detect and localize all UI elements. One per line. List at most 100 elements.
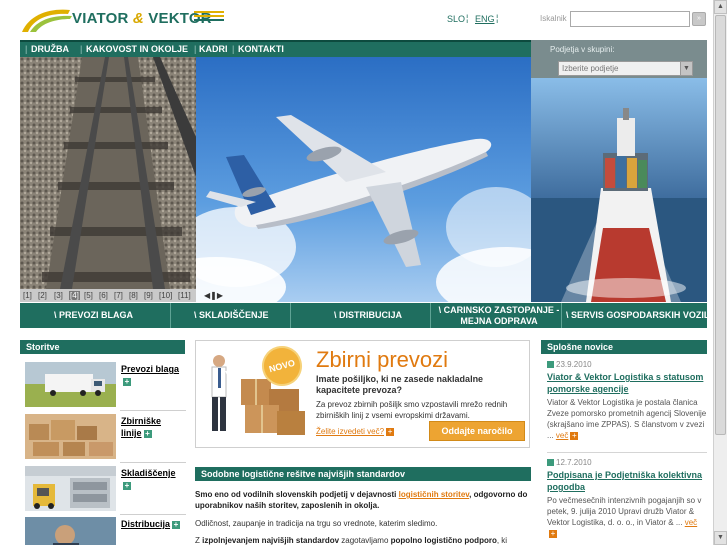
news-item: 23.9.2010 Viator & Vektor Logistika s st…	[547, 360, 707, 441]
logo-part1: VIATOR	[72, 10, 129, 27]
news-more-link[interactable]: več	[556, 431, 568, 440]
service-item-distribucija[interactable]: Distribucija +	[25, 517, 185, 545]
service-divider	[290, 303, 291, 328]
companies-select-value: Izberite podjetje	[562, 64, 619, 73]
search-button[interactable]: »	[692, 12, 706, 26]
standards-text: zagotavljamo	[339, 536, 391, 545]
service-link-servis[interactable]: \ SERVIS GOSPODARSKIH VOZIL	[566, 310, 709, 320]
news-more-link[interactable]: več	[685, 518, 697, 527]
news-title-link[interactable]: Viator & Vektor Logistika s statusom pom…	[547, 371, 707, 395]
slider-page-8[interactable]: [8]	[129, 291, 138, 300]
slider-page-9[interactable]: [9]	[144, 291, 153, 300]
service-item-skladiscenje[interactable]: Skladiščenje +	[25, 466, 185, 514]
services-heading: Storitve	[20, 340, 185, 354]
promo-subtitle: Imate pošiljko, ki ne zasede nakladalne …	[316, 374, 484, 395]
order-button[interactable]: Oddajte naročilo	[429, 421, 525, 441]
news-date-text: 12.7.2010	[556, 458, 592, 467]
divider	[120, 462, 186, 463]
nav-separator: |	[25, 44, 28, 54]
service-link-label[interactable]: Zbirniške linije +	[121, 415, 185, 439]
nav-separator: |	[194, 44, 197, 54]
service-divider	[430, 303, 431, 328]
nav-item-kadri[interactable]: KADRI	[199, 44, 228, 54]
boxes-thumbnail[interactable]	[25, 414, 116, 459]
lang-eng-link[interactable]: ENG	[475, 14, 495, 24]
service-link-carinsko-line1: \ CARINSKO ZASTOPANJE -	[438, 305, 560, 315]
chevron-down-icon[interactable]: ▼	[680, 62, 692, 75]
promo-text: Za prevoz zbirnih pošiljk smo vzpostavil…	[316, 400, 508, 420]
service-link-label[interactable]: Prevozi blaga +	[121, 363, 185, 387]
distribution-thumbnail[interactable]	[25, 517, 116, 545]
slider-page-4[interactable]: [4]	[69, 291, 80, 300]
companies-select[interactable]: Izberite podjetje ▼	[558, 61, 693, 76]
logo[interactable]: VIATOR & VEKTOR	[20, 6, 230, 36]
standards-text: popolno logistično podporo	[390, 536, 497, 545]
slider-page-1[interactable]: [1]	[23, 291, 32, 300]
news-item: 12.7.2010 Podpisana je Podjetniška kolek…	[547, 458, 707, 539]
service-label-text: Prevozi blaga	[121, 364, 180, 374]
companies-label: Podjetja v skupini:	[550, 45, 615, 54]
logo-amp: &	[132, 10, 144, 27]
slider-page-10[interactable]: [10]	[159, 291, 172, 300]
service-label-text: linije	[121, 428, 142, 438]
scroll-down-icon[interactable]: ▼	[714, 531, 727, 545]
divider	[547, 452, 707, 453]
news-body-text: Po večmesečnih intenzivnih pogajanjih so…	[547, 496, 702, 527]
promo-more-link-text: Želite izvedeti več?	[316, 427, 385, 436]
plus-icon: +	[386, 426, 395, 436]
railway-image	[20, 57, 196, 289]
service-link-skladiscenje[interactable]: \ SKLADIŠČENJE	[194, 310, 269, 320]
news-heading: Splošne novice	[541, 340, 707, 354]
divider	[120, 514, 186, 515]
slider-page-2[interactable]: [2]	[38, 291, 47, 300]
news-body: Viator & Vektor Logistika je postala čla…	[547, 397, 707, 441]
plus-icon: +	[172, 519, 181, 529]
slider-page-7[interactable]: [7]	[114, 291, 123, 300]
news-date: 12.7.2010	[547, 458, 707, 467]
news-title-link[interactable]: Podpisana je Podjetniška kolektivna pogo…	[547, 469, 707, 493]
scrollbar-thumb[interactable]	[715, 15, 726, 435]
top-navigation: | DRUŽBA | KAKOVOST IN OKOLJE | KADRI | …	[20, 40, 531, 57]
standards-heading: Sodobne logistične rešitve najvišjih sta…	[195, 467, 531, 481]
service-divider	[170, 303, 171, 328]
promo-more-link[interactable]: Želite izvedeti več? +	[316, 426, 395, 436]
plus-icon: +	[570, 430, 579, 440]
standards-paragraph-2: Odličnost, zaupanje in tradicija na trgu…	[195, 519, 438, 528]
vertical-scrollbar[interactable]: ▲ ▼	[713, 0, 727, 545]
logo-swoosh-icon	[22, 9, 72, 32]
service-link-label[interactable]: Skladiščenje +	[121, 467, 185, 491]
slider-page-6[interactable]: [6]	[99, 291, 108, 300]
logo-stripes-icon	[194, 11, 224, 21]
logistic-services-link[interactable]: logističnih storitev	[399, 490, 470, 499]
nav-separator: |	[80, 44, 83, 54]
news-body: Po večmesečnih intenzivnih pogajanjih so…	[547, 495, 707, 539]
standards-text: , ki	[496, 536, 508, 545]
service-link-carinsko[interactable]: \ CARINSKO ZASTOPANJE - MEJNA ODPRAVA	[437, 305, 561, 327]
warehouse-thumbnail[interactable]	[25, 466, 116, 511]
slider-controls[interactable]: ◀❚▶	[204, 291, 223, 300]
slider-page-11[interactable]: [11]	[178, 291, 191, 300]
promo-title: Zbirni prevozi	[316, 347, 449, 372]
truck-thumbnail[interactable]	[25, 362, 116, 407]
nav-separator: |	[232, 44, 235, 54]
plus-icon: +	[123, 480, 131, 490]
search-input[interactable]	[570, 11, 690, 27]
lang-slo-link[interactable]: SLO	[447, 14, 465, 24]
nav-item-kontakti[interactable]: KONTAKTI	[238, 44, 284, 54]
service-item-prevozi[interactable]: Prevozi blaga +	[25, 362, 185, 410]
service-label-text: Zbirniške	[121, 416, 162, 426]
service-link-prevozi[interactable]: \ PREVOZI BLAGA	[54, 310, 133, 320]
plus-icon: +	[123, 376, 131, 386]
hero-slider: [1] [2] [3] [4] [5] [6] [7] [8] [9] [10]…	[20, 57, 531, 302]
page: VIATOR & VEKTOR SLO ¦ ENG ¦ Iskalnik » |…	[0, 0, 713, 545]
scroll-up-icon[interactable]: ▲	[714, 0, 727, 14]
nav-item-kakovost[interactable]: KAKOVOST IN OKOLJE	[86, 44, 188, 54]
service-link-carinsko-line2: MEJNA ODPRAVA	[460, 316, 538, 326]
service-link-distribucija[interactable]: \ DISTRIBUCIJA	[334, 310, 402, 320]
companies-panel: Podjetja v skupini: Izberite podjetje ▼	[531, 40, 707, 78]
service-item-zbirniske[interactable]: Zbirniške linije +	[25, 414, 185, 462]
service-link-label[interactable]: Distribucija +	[121, 518, 185, 530]
slider-page-5[interactable]: [5]	[84, 291, 93, 300]
nav-item-druzba[interactable]: DRUŽBA	[31, 44, 69, 54]
slider-page-3[interactable]: [3]	[54, 291, 63, 300]
